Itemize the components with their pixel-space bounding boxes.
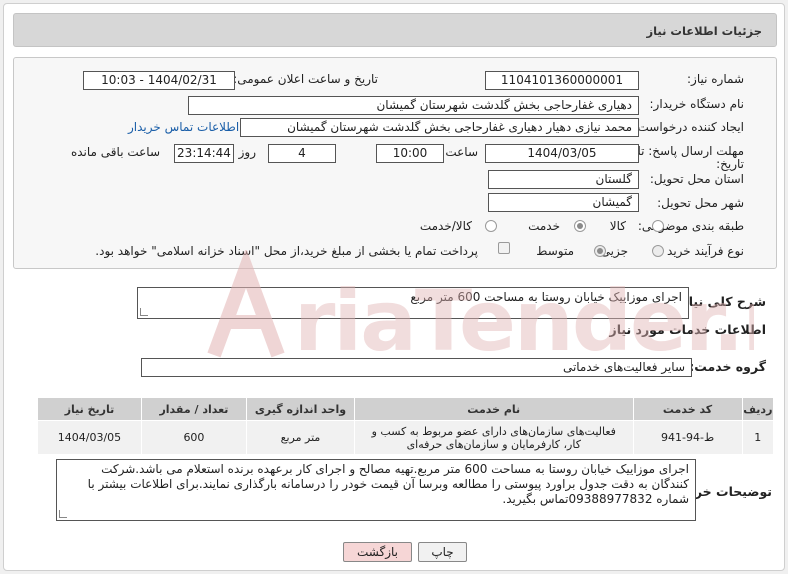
col-code: کد خدمت [632, 397, 743, 421]
city-field[interactable]: گمیشان [488, 193, 639, 212]
process-radio-minor[interactable] [652, 245, 664, 257]
announce-field[interactable]: 1404/02/31 - 10:03 [83, 71, 235, 90]
creator-field[interactable]: محمد نیازی دهیار دهیاری غفارحاجی بخش گلد… [240, 118, 639, 137]
services-section-title: اطلاعات خدمات مورد نیاز [609, 322, 767, 337]
remaining-time-field[interactable]: 23:14:44 [174, 144, 234, 163]
need-number-label: شماره نیاز: [687, 72, 744, 86]
back-button[interactable]: بازگشت [343, 542, 412, 562]
deadline-time-field[interactable]: 10:00 [376, 144, 444, 163]
row-date: 1404/03/05 [37, 420, 142, 455]
buyer-notes-textarea[interactable]: اجرای موزاییک خیابان روستا به مساحت 600 … [56, 459, 696, 521]
days-field[interactable]: 4 [268, 144, 336, 163]
print-button[interactable]: چاپ [418, 542, 467, 562]
deadline-label-line1: مهلت ارسال پاسخ: تا [637, 144, 744, 158]
process-option-medium: متوسط [536, 244, 574, 258]
category-radio-goods[interactable] [652, 220, 664, 232]
deadline-label-line2: تاریخ: [716, 157, 744, 171]
table-header-row: ردیف کد خدمت نام خدمت واحد اندازه گیری ت… [37, 397, 775, 421]
resize-grip-icon[interactable] [140, 308, 148, 316]
buyer-org-field[interactable]: دهیاری غفارحاجی بخش گلدشت شهرستان گمیشان [188, 96, 639, 115]
time-label: ساعت [445, 145, 478, 159]
remaining-label: ساعت باقی مانده [70, 145, 160, 159]
category-option-service: خدمت [528, 219, 560, 233]
col-date: تاریخ نیاز [37, 397, 142, 421]
row-name: فعالیت‌های سازمان‌های دارای عضو مربوط به… [354, 420, 634, 455]
col-name: نام خدمت [354, 397, 634, 421]
page-container: جزئیات اطلاعات نیاز شماره نیاز: 11041013… [3, 3, 785, 571]
category-option-goods: کالا [609, 219, 626, 233]
row-code: ط-94-941 [632, 420, 743, 455]
contact-buyer-link[interactable]: اطلاعات تماس خریدار [128, 120, 239, 134]
service-group-field[interactable]: سایر فعالیت‌های خدماتی [141, 358, 692, 377]
province-field[interactable]: گلستان [488, 170, 639, 189]
buyer-notes-text: اجرای موزاییک خیابان روستا به مساحت 600 … [87, 462, 689, 506]
creator-label: ایجاد کننده درخواست: [633, 120, 744, 134]
process-radio-medium[interactable] [594, 245, 606, 257]
description-label: شرح کلی نیاز: [676, 294, 766, 309]
row-unit: متر مربع [245, 420, 356, 455]
row-index: 1 [741, 420, 775, 455]
process-label: نوع فرآیند خرید : [659, 244, 744, 258]
resize-grip-icon[interactable] [59, 510, 67, 518]
col-qty: تعداد / مقدار [140, 397, 247, 421]
description-text: اجرای موزاییک خیابان روستا به مساحت 600 … [410, 290, 682, 304]
col-unit: واحد اندازه گیری [245, 397, 356, 421]
row-qty: 600 [140, 420, 247, 455]
announce-label: تاریخ و ساعت اعلان عمومی: [233, 72, 378, 86]
description-textarea[interactable]: اجرای موزاییک خیابان روستا به مساحت 600 … [137, 287, 689, 319]
table-row: 1 ط-94-941 فعالیت‌های سازمان‌های دارای ع… [37, 420, 775, 455]
city-label: شهر محل تحویل: [657, 196, 744, 210]
category-option-goods-service: کالا/خدمت [419, 219, 472, 233]
deadline-date-field[interactable]: 1404/03/05 [485, 144, 639, 163]
services-table: ردیف کد خدمت نام خدمت واحد اندازه گیری ت… [37, 397, 775, 455]
category-radio-service[interactable] [574, 220, 586, 232]
need-number-field[interactable]: 1104101360000001 [485, 71, 639, 90]
treasury-checkbox[interactable] [498, 242, 510, 254]
buyer-org-label: نام دستگاه خریدار: [649, 97, 745, 111]
service-group-label: گروه خدمت: [689, 359, 766, 374]
col-index: ردیف [741, 397, 775, 421]
category-radio-goods-service[interactable] [485, 220, 497, 232]
page-title: جزئیات اطلاعات نیاز [646, 24, 762, 38]
payment-note: پرداخت تمام یا بخشی از مبلغ خرید،از محل … [95, 244, 478, 258]
page-header: جزئیات اطلاعات نیاز [13, 13, 777, 47]
province-label: استان محل تحویل: [649, 172, 744, 186]
